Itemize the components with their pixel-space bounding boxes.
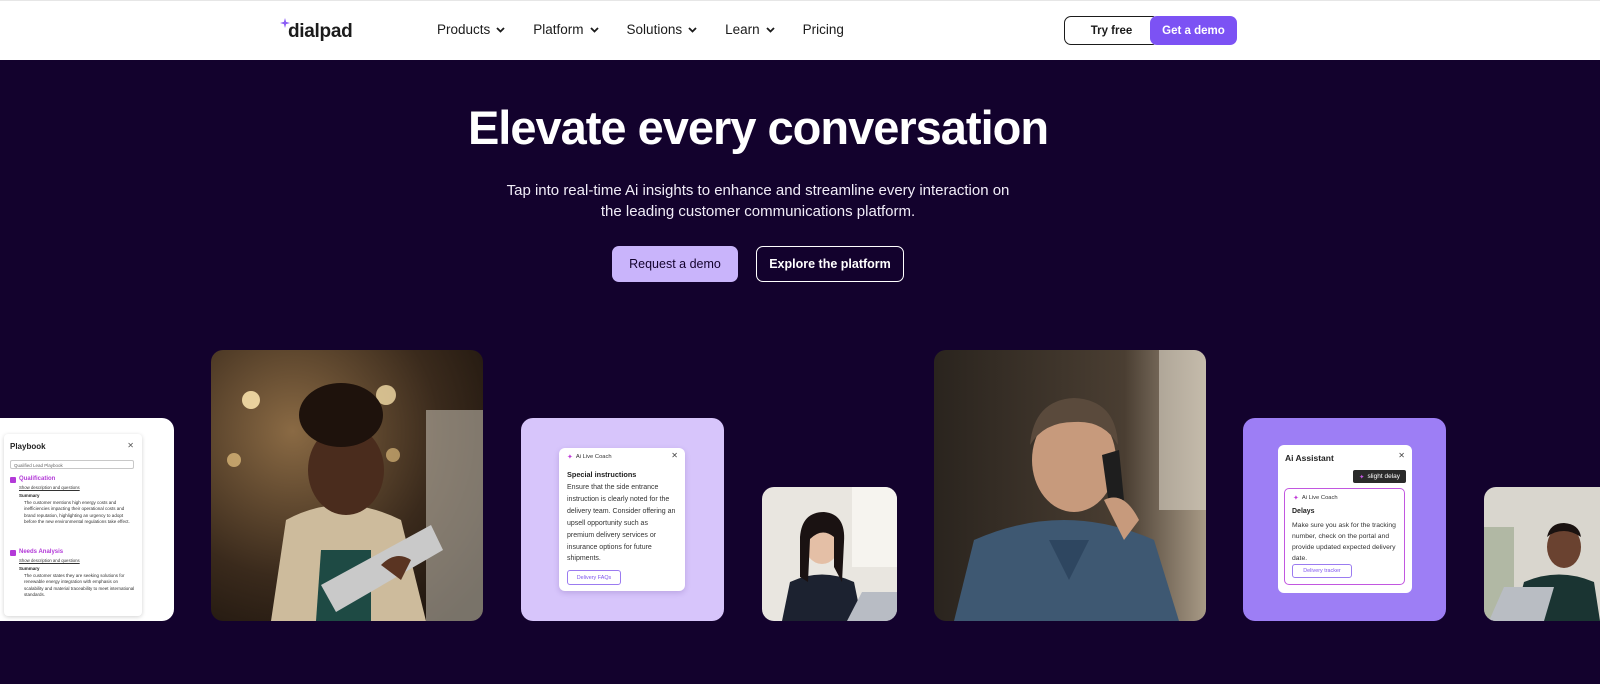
slight-delay-label: slight delay: [1367, 473, 1400, 480]
get-demo-button[interactable]: Get a demo: [1150, 16, 1237, 45]
request-demo-button[interactable]: Request a demo: [612, 246, 738, 282]
checkbox-icon[interactable]: [10, 550, 16, 556]
man-phone-image: [934, 350, 1206, 621]
chevron-down-icon: [765, 26, 775, 33]
sparkle-icon: ✦: [1293, 495, 1299, 502]
menu-products[interactable]: Products: [437, 22, 505, 37]
main-menu: Products Platform Solutions Learn Pricin…: [437, 22, 872, 37]
summary-text: The customer mentions high energy costs …: [24, 500, 130, 525]
playbook-card: Playbook ✕ Qualified Lead Playbook Quali…: [0, 418, 174, 621]
playbook-title: Playbook: [10, 442, 46, 451]
menu-label: Solutions: [626, 22, 683, 37]
chevron-down-icon: [496, 26, 505, 33]
live-coach-tag: ✦ Ai Live Coach: [1293, 494, 1338, 502]
live-coach-heading: Special instructions: [567, 470, 637, 479]
live-coach-body: Ensure that the side entrance instructio…: [567, 484, 676, 563]
delivery-faqs-button[interactable]: Delivery FAQs: [567, 570, 621, 585]
summary-label: Summary: [19, 493, 40, 498]
summary-text: The customer states they are seeking sol…: [24, 573, 135, 598]
menu-label: Learn: [725, 22, 760, 37]
live-coach-tag-label: Ai Live Coach: [575, 454, 612, 460]
show-description-link[interactable]: Show description and questions: [19, 558, 80, 563]
photo-woman-at-laptop: [762, 487, 897, 621]
menu-platform[interactable]: Platform: [533, 22, 599, 37]
close-icon[interactable]: ✕: [127, 441, 134, 450]
photo-man-on-phone: [934, 350, 1206, 621]
playbook-select-value: Qualified Lead Playbook: [14, 463, 63, 468]
explore-platform-button[interactable]: Explore the platform: [756, 246, 904, 282]
live-coach-tag-label: Ai Live Coach: [1301, 495, 1338, 501]
playbook-select[interactable]: Qualified Lead Playbook: [10, 460, 134, 469]
section-needs-analysis: Needs Analysis: [19, 549, 64, 555]
menu-solutions[interactable]: Solutions: [627, 22, 698, 37]
man-laptop-image: [1484, 487, 1600, 621]
hero-title: Elevate every conversation: [467, 101, 1049, 154]
menu-label: Platform: [533, 22, 584, 37]
sparkle-icon: ✦: [1359, 473, 1365, 481]
assistant-coach-box: ✦ Ai Live Coach Delays Make sure you ask…: [1284, 488, 1405, 585]
hero-subtitle: Tap into real-time Ai insights to enhanc…: [506, 182, 1010, 220]
assistant-heading: Delays: [1292, 508, 1315, 515]
woman-laptop-image: [762, 487, 897, 621]
delivery-tracker-button[interactable]: Delivery tracker: [1292, 564, 1352, 578]
close-icon[interactable]: ✕: [671, 451, 678, 460]
top-navigation: dialpad Products Platform Solutions Lear…: [0, 0, 1600, 60]
assistant-body: Make sure you ask for the tracking numbe…: [1292, 522, 1396, 562]
playbook-panel: Playbook ✕ Qualified Lead Playbook Quali…: [4, 434, 142, 616]
ai-assistant-panel: Ai Assistant ✕ ✦ slight delay ✦ Ai Live …: [1278, 445, 1412, 593]
show-description-link[interactable]: Show description and questions: [19, 485, 80, 490]
try-free-button[interactable]: Try free: [1064, 16, 1159, 45]
ai-assistant-title: Ai Assistant: [1285, 453, 1334, 463]
photo-woman-with-tablet: [211, 350, 483, 621]
live-coach-panel: ✦ Ai Live Coach ✕ Special instructions E…: [559, 448, 685, 591]
ai-assistant-card: Ai Assistant ✕ ✦ slight delay ✦ Ai Live …: [1243, 418, 1446, 621]
slight-delay-badge: ✦ slight delay: [1353, 470, 1406, 483]
sparkle-icon: ✦: [567, 454, 573, 461]
checkbox-icon[interactable]: [10, 477, 16, 483]
menu-label: Products: [437, 22, 491, 37]
close-icon[interactable]: ✕: [1398, 451, 1405, 460]
photo-man-at-laptop: [1484, 487, 1600, 621]
menu-learn[interactable]: Learn: [725, 22, 775, 37]
chevron-down-icon: [589, 26, 599, 33]
menu-pricing[interactable]: Pricing: [803, 22, 844, 37]
chevron-down-icon: [688, 26, 697, 33]
live-coach-tag: ✦ Ai Live Coach: [567, 453, 612, 461]
woman-tablet-image: [211, 350, 483, 621]
live-coach-card: ✦ Ai Live Coach ✕ Special instructions E…: [521, 418, 724, 621]
menu-label: Pricing: [802, 22, 844, 37]
section-qualification: Qualification: [19, 476, 56, 482]
logo-wordmark: dialpad: [288, 21, 353, 42]
summary-label: Summary: [19, 566, 40, 571]
